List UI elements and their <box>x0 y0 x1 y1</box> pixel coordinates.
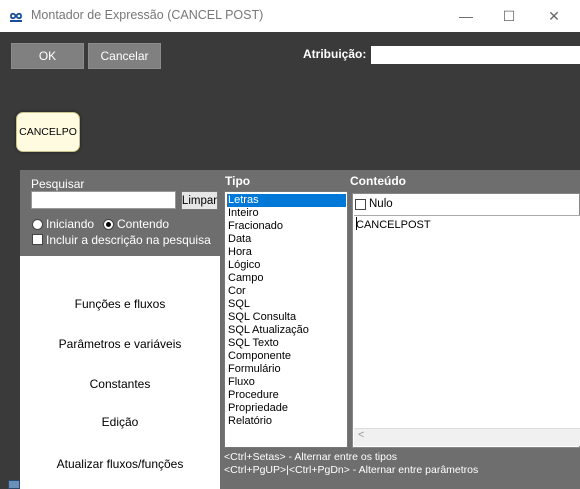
type-item-fluxo[interactable]: Fluxo <box>227 376 346 389</box>
cancel-button[interactable]: Cancelar <box>88 43 161 69</box>
hint-parameters: <Ctrl+PgUP>|<Ctrl+PgDn> - Alternar entre… <box>224 464 479 476</box>
menu-item-parameters[interactable]: Parâmetros e variáveis <box>20 337 220 351</box>
type-item-sql[interactable]: SQL <box>227 298 346 311</box>
type-item-cor[interactable]: Cor <box>227 285 346 298</box>
include-description-label: Incluir a descrição na pesquisa <box>46 233 211 247</box>
search-input[interactable] <box>31 191 176 209</box>
type-item-sql-texto[interactable]: SQL Texto <box>227 337 346 350</box>
type-item-hora[interactable]: Hora <box>227 246 346 259</box>
content-editor[interactable] <box>354 215 580 429</box>
type-item-campo[interactable]: Campo <box>227 272 346 285</box>
close-icon[interactable]: ✕ <box>543 6 565 26</box>
radio-containing[interactable] <box>103 219 114 230</box>
infinity-app-icon <box>10 12 22 22</box>
maximize-icon[interactable]: ☐ <box>498 6 520 26</box>
radio-starting-label: Iniciando <box>46 217 95 231</box>
hint-types: <Ctrl+Setas> - Alternar entre os tipos <box>224 451 398 463</box>
null-label: Nulo <box>369 198 393 210</box>
include-description-checkbox[interactable] <box>32 234 43 245</box>
expression-token[interactable]: CANCELPO <box>16 112 80 152</box>
ok-button[interactable]: OK <box>11 43 84 69</box>
scroll-left-icon[interactable]: < <box>358 429 364 441</box>
editor-corner-icon <box>8 480 20 489</box>
type-item-sql-atualizacao[interactable]: SQL Atualização <box>227 324 346 337</box>
content-value[interactable]: CANCELPOST <box>356 219 431 231</box>
type-list[interactable]: Letras Inteiro Fracionado Data Hora Lógi… <box>224 191 348 448</box>
assignment-label: Atribuição: <box>303 47 367 61</box>
window-title: Montador de Expressão (CANCEL POST) <box>31 8 264 22</box>
content-header: Conteúdo <box>350 174 406 188</box>
menu-item-edit[interactable]: Edição <box>20 415 220 429</box>
type-item-sql-consulta[interactable]: SQL Consulta <box>227 311 346 324</box>
type-item-componente[interactable]: Componente <box>227 350 346 363</box>
radio-containing-label: Contendo <box>117 217 170 231</box>
type-item-relatorio[interactable]: Relatório <box>227 415 346 428</box>
type-header: Tipo <box>225 174 251 188</box>
type-item-letras[interactable]: Letras <box>227 194 346 207</box>
menu-item-functions[interactable]: Funções e fluxos <box>20 297 220 311</box>
clear-search-button[interactable]: Limpar <box>181 191 218 210</box>
type-item-data[interactable]: Data <box>227 233 346 246</box>
type-item-fracionado[interactable]: Fracionado <box>227 220 346 233</box>
menu-item-refresh[interactable]: Atualizar fluxos/funções <box>20 457 220 471</box>
assignment-input[interactable] <box>371 46 580 64</box>
search-label: Pesquisar <box>31 177 85 191</box>
type-item-logico[interactable]: Lógico <box>227 259 346 272</box>
null-checkbox[interactable] <box>355 199 366 210</box>
type-item-inteiro[interactable]: Inteiro <box>227 207 346 220</box>
menu-item-constants[interactable]: Constantes <box>20 377 220 391</box>
type-item-formulario[interactable]: Formulário <box>227 363 346 376</box>
minimize-icon[interactable]: — <box>455 6 477 26</box>
title-bar: Montador de Expressão (CANCEL POST) — ☐ … <box>0 0 580 32</box>
horizontal-scrollbar[interactable] <box>354 428 580 446</box>
radio-starting[interactable] <box>32 219 43 230</box>
type-item-procedure[interactable]: Procedure <box>227 389 346 402</box>
category-menu <box>20 256 220 489</box>
type-item-propriedade[interactable]: Propriedade <box>227 402 346 415</box>
